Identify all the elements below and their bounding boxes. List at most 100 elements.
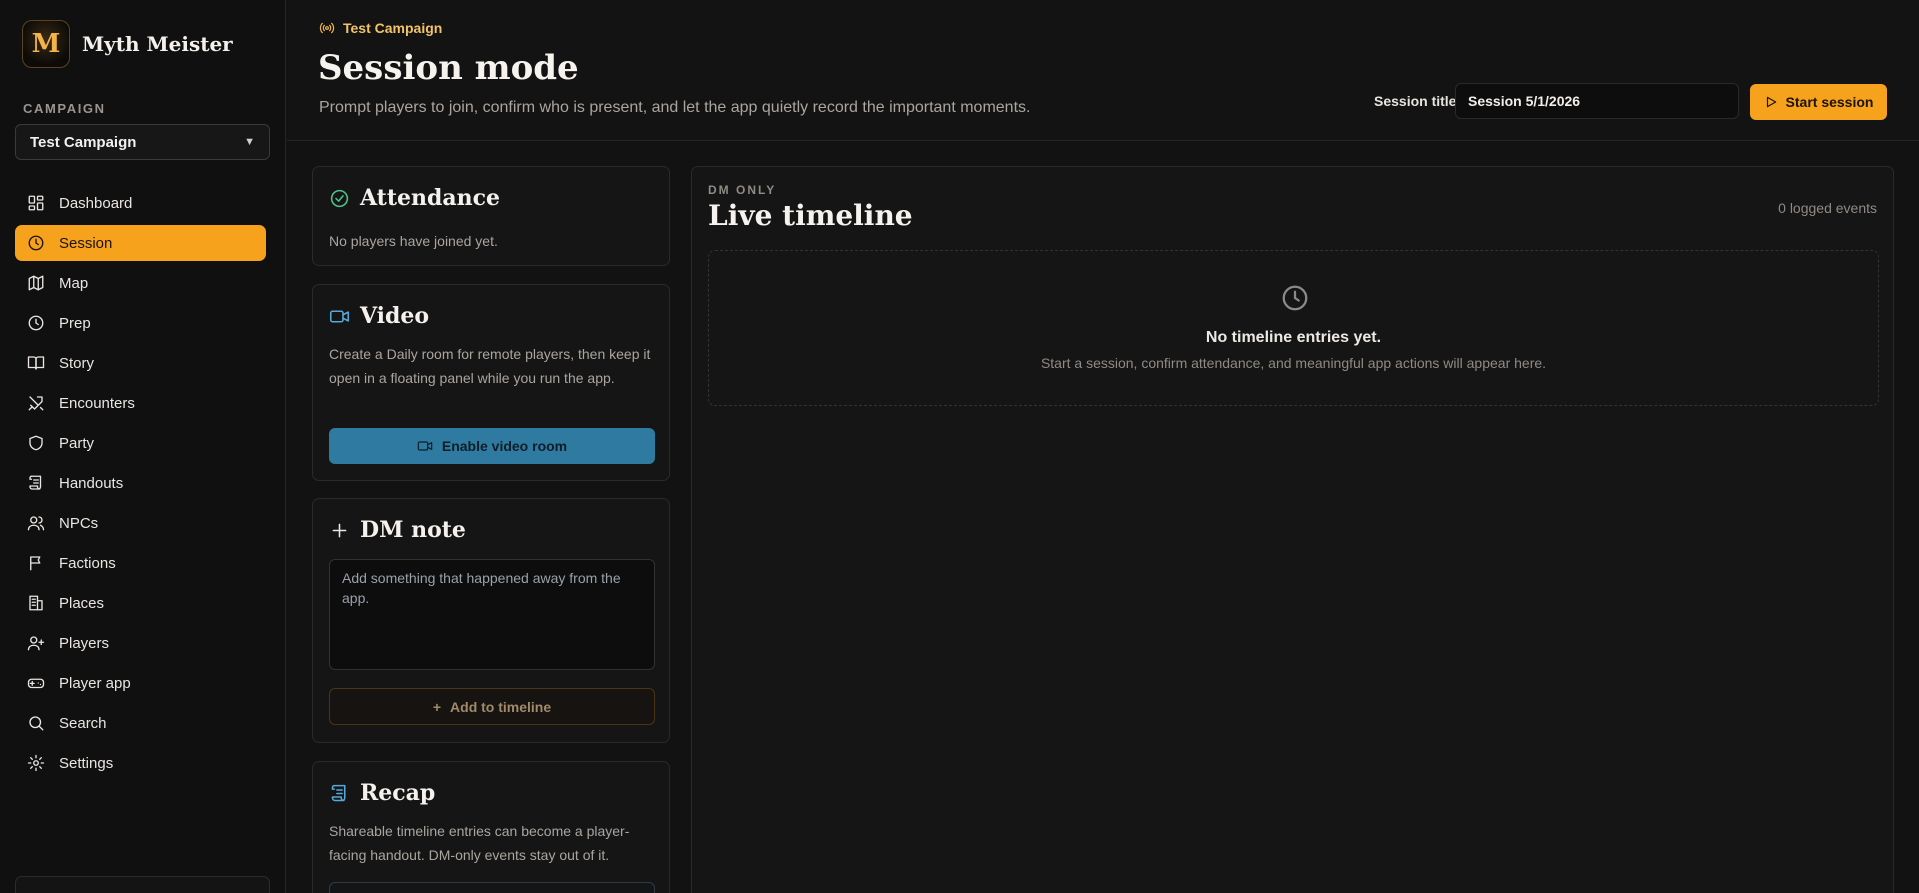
dm-note-card: DM note Add something that happened away…: [312, 498, 670, 743]
play-icon: [1766, 96, 1776, 108]
live-timeline-panel: DM ONLY Live timeline 0 logged events No…: [691, 166, 1894, 893]
recap-button[interactable]: [329, 882, 655, 893]
nav-item-label: Party: [59, 434, 95, 452]
building-icon: [27, 594, 45, 612]
campaign-select[interactable]: Test Campaign ▼: [15, 124, 270, 160]
book-icon: [27, 354, 45, 372]
nav-item-label: Factions: [59, 554, 116, 572]
video-title-text: Video: [360, 303, 430, 329]
attendance-title: Attendance: [329, 185, 500, 211]
dm-note-textarea[interactable]: Add something that happened away from th…: [329, 559, 655, 670]
nav-item-npcs[interactable]: NPCs: [15, 505, 266, 541]
nav-item-settings[interactable]: Settings: [15, 745, 266, 781]
recap-title: Recap: [329, 780, 435, 806]
nav-item-label: Encounters: [59, 394, 135, 412]
dashboard-icon: [27, 194, 45, 212]
nav-item-label: Prep: [59, 314, 91, 332]
check-circle-icon: [330, 189, 349, 207]
empty-state-title: No timeline entries yet.: [1205, 329, 1382, 346]
map-icon: [27, 274, 45, 292]
attendance-card: Attendance No players have joined yet.: [312, 166, 670, 266]
nav-item-story[interactable]: Story: [15, 345, 266, 381]
nav-item-factions[interactable]: Factions: [15, 545, 266, 581]
attendance-title-text: Attendance: [360, 185, 501, 211]
video-description: Create a Daily room for remote players, …: [329, 346, 651, 386]
recap-card: Recap Shareable timeline entries can bec…: [312, 761, 670, 893]
add-to-timeline-label: Add to timeline: [450, 698, 552, 715]
nav-item-label: Handouts: [59, 474, 124, 492]
page-header: Test Campaign Session mode Prompt player…: [287, 0, 1919, 141]
campaign-label: CAMPAIGN: [23, 101, 106, 116]
nav-item-players[interactable]: Players: [15, 625, 266, 661]
main-nav: Dashboard Session Map Prep Story Encount…: [15, 185, 266, 785]
scroll-icon: [331, 784, 346, 801]
nav-item-label: Story: [59, 354, 95, 372]
nav-item-prep[interactable]: Prep: [15, 305, 266, 341]
nav-item-label: Player app: [59, 674, 131, 692]
nav-item-label: Settings: [59, 754, 114, 772]
video-camera-icon: [417, 441, 433, 451]
video-card: Video Create a Daily room for remote pla…: [312, 284, 670, 481]
nav-item-handouts[interactable]: Handouts: [15, 465, 266, 501]
video-title: Video: [329, 303, 429, 329]
nav-item-label: NPCs: [59, 514, 99, 532]
nav-item-label: Dashboard: [59, 194, 133, 212]
swords-icon: [27, 394, 45, 412]
broadcast-icon: [319, 22, 335, 34]
shield-icon: [27, 434, 45, 452]
dm-note-title-text: DM note: [360, 517, 466, 543]
nav-item-label: Search: [59, 714, 107, 732]
nav-item-session[interactable]: Session: [15, 225, 266, 261]
timeline-title: Live timeline: [708, 199, 913, 232]
clock-icon: [1280, 283, 1310, 313]
search-icon: [27, 714, 45, 732]
campaign-selected: Test Campaign: [30, 133, 137, 151]
nav-item-map[interactable]: Map: [15, 265, 266, 301]
flag-icon: [27, 554, 45, 572]
empty-state-subtitle: Start a session, confirm attendance, and…: [1040, 355, 1547, 371]
recap-title-text: Recap: [360, 780, 436, 806]
logo-letter: M: [31, 29, 61, 59]
nav-item-search[interactable]: Search: [15, 705, 266, 741]
enable-video-room-button[interactable]: Enable video room: [329, 428, 655, 464]
nav-item-encounters[interactable]: Encounters: [15, 385, 266, 421]
gear-icon: [27, 754, 45, 772]
clock-icon: [27, 314, 45, 332]
plus-icon: +: [432, 698, 442, 715]
brand-name: Myth Meister: [82, 32, 233, 56]
nav-item-label: Session: [59, 234, 113, 252]
recap-description: Shareable timeline entries can become a …: [329, 823, 630, 863]
user-plus-icon: [27, 634, 45, 652]
nav-item-player-app[interactable]: Player app: [15, 665, 266, 701]
video-camera-icon: [329, 309, 350, 323]
page-subtitle: Prompt players to join, confirm who is p…: [319, 99, 1031, 116]
sidebar: M Myth Meister CAMPAIGN Test Campaign ▼ …: [0, 0, 286, 893]
chevron-down-icon: ▼: [244, 136, 255, 148]
session-title-label: Session title: [1374, 93, 1457, 109]
nav-item-places[interactable]: Places: [15, 585, 266, 621]
brand[interactable]: M Myth Meister: [22, 20, 233, 68]
eyebrow-text: Test Campaign: [343, 20, 443, 36]
users-icon: [27, 514, 45, 532]
gamepad-icon: [27, 674, 45, 692]
scroll-icon: [27, 474, 45, 492]
dm-note-title: DM note: [329, 517, 466, 543]
session-title-input[interactable]: Session 5/1/2026: [1455, 83, 1739, 119]
nav-item-label: Map: [59, 274, 89, 292]
dm-only-label: DM ONLY: [708, 183, 777, 197]
start-session-button[interactable]: Start session: [1750, 84, 1887, 120]
campaign-eyebrow: Test Campaign: [319, 20, 442, 36]
nav-item-party[interactable]: Party: [15, 425, 266, 461]
timeline-empty-state: No timeline entries yet. Start a session…: [708, 250, 1879, 406]
attendance-empty: No players have joined yet.: [329, 233, 498, 249]
start-session-label: Start session: [1785, 94, 1874, 110]
nav-item-dashboard[interactable]: Dashboard: [15, 185, 266, 221]
logged-events-count: 0 logged events: [1778, 200, 1877, 216]
add-to-timeline-button[interactable]: + Add to timeline: [329, 688, 655, 725]
nav-item-label: Places: [59, 594, 105, 612]
sidebar-footer-panel[interactable]: [15, 876, 270, 893]
enable-video-room-label: Enable video room: [441, 438, 568, 454]
app-logo: M: [22, 20, 70, 68]
page-title: Session mode: [318, 48, 579, 88]
plus-icon: [332, 523, 347, 537]
